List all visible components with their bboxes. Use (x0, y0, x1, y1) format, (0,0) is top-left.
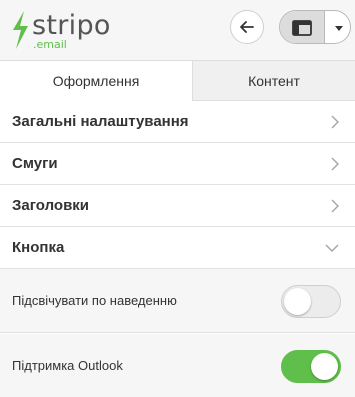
view-mode-button[interactable] (280, 11, 325, 43)
section-headings[interactable]: Заголовки (0, 185, 355, 227)
section-button[interactable]: Кнопка (0, 227, 355, 269)
chevron-right-icon (331, 157, 339, 171)
chevron-right-icon (331, 199, 339, 213)
tab-content[interactable]: Контент (193, 60, 355, 101)
option-label: Підтримка Outlook (12, 358, 123, 373)
arrow-left-icon (240, 21, 254, 33)
option-label: Підсвічувати по наведенню (12, 293, 177, 308)
option-outlook-support: Підтримка Outlook (0, 334, 355, 397)
stripo-logo[interactable]: stripo .email (10, 6, 120, 54)
header: stripo .email (0, 0, 355, 60)
back-button[interactable] (230, 10, 264, 44)
chevron-down-icon (325, 244, 339, 252)
option-hover-highlight: Підсвічувати по наведенню (0, 269, 355, 333)
tab-bar: Оформлення Контент (0, 60, 355, 101)
outlook-support-toggle[interactable] (281, 350, 341, 383)
section-label: Смуги (12, 155, 58, 172)
caret-down-icon (334, 25, 343, 31)
toggle-knob (284, 288, 311, 315)
view-mode-control (279, 10, 351, 44)
view-mode-dropdown[interactable] (325, 11, 350, 43)
section-label: Кнопка (12, 239, 65, 256)
layout-panel-icon (292, 20, 312, 36)
logo-subtext: .email (33, 38, 67, 51)
toggle-knob (311, 353, 338, 380)
hover-highlight-toggle[interactable] (281, 285, 341, 318)
stripo-logo-mark-icon (13, 11, 28, 49)
section-label: Заголовки (12, 197, 90, 214)
logo-wordmark: stripo (32, 10, 111, 41)
chevron-right-icon (331, 115, 339, 129)
section-stripes[interactable]: Смуги (0, 143, 355, 185)
tab-design[interactable]: Оформлення (0, 60, 193, 101)
section-general-settings[interactable]: Загальні налаштування (0, 101, 355, 143)
section-label: Загальні налаштування (12, 113, 189, 130)
